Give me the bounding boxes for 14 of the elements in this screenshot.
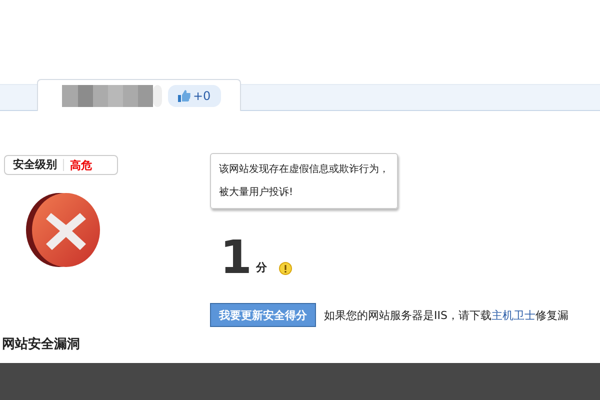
- error-icon: [24, 191, 102, 269]
- warning-tooltip: 该网站发现存在虚假信息或欺诈行为，被大量用户投诉!: [210, 153, 398, 209]
- update-score-button[interactable]: 我要更新安全得分: [210, 303, 316, 327]
- level-value: 高危: [69, 158, 92, 172]
- section-title: 网站安全漏洞: [1, 337, 81, 353]
- thumbs-up-icon: [178, 89, 191, 102]
- level-label: 安全级别: [5, 159, 64, 171]
- site-tab[interactable]: +0: [37, 79, 241, 111]
- warning-icon: [279, 262, 292, 275]
- score-unit: 分: [256, 260, 268, 275]
- like-button[interactable]: +0: [168, 84, 221, 106]
- download-link[interactable]: 主机卫士: [491, 308, 536, 322]
- score-value: 1: [220, 237, 252, 277]
- notice-text: 如果您的网站服务器是IIS，请下载主机卫士修复漏: [324, 308, 568, 322]
